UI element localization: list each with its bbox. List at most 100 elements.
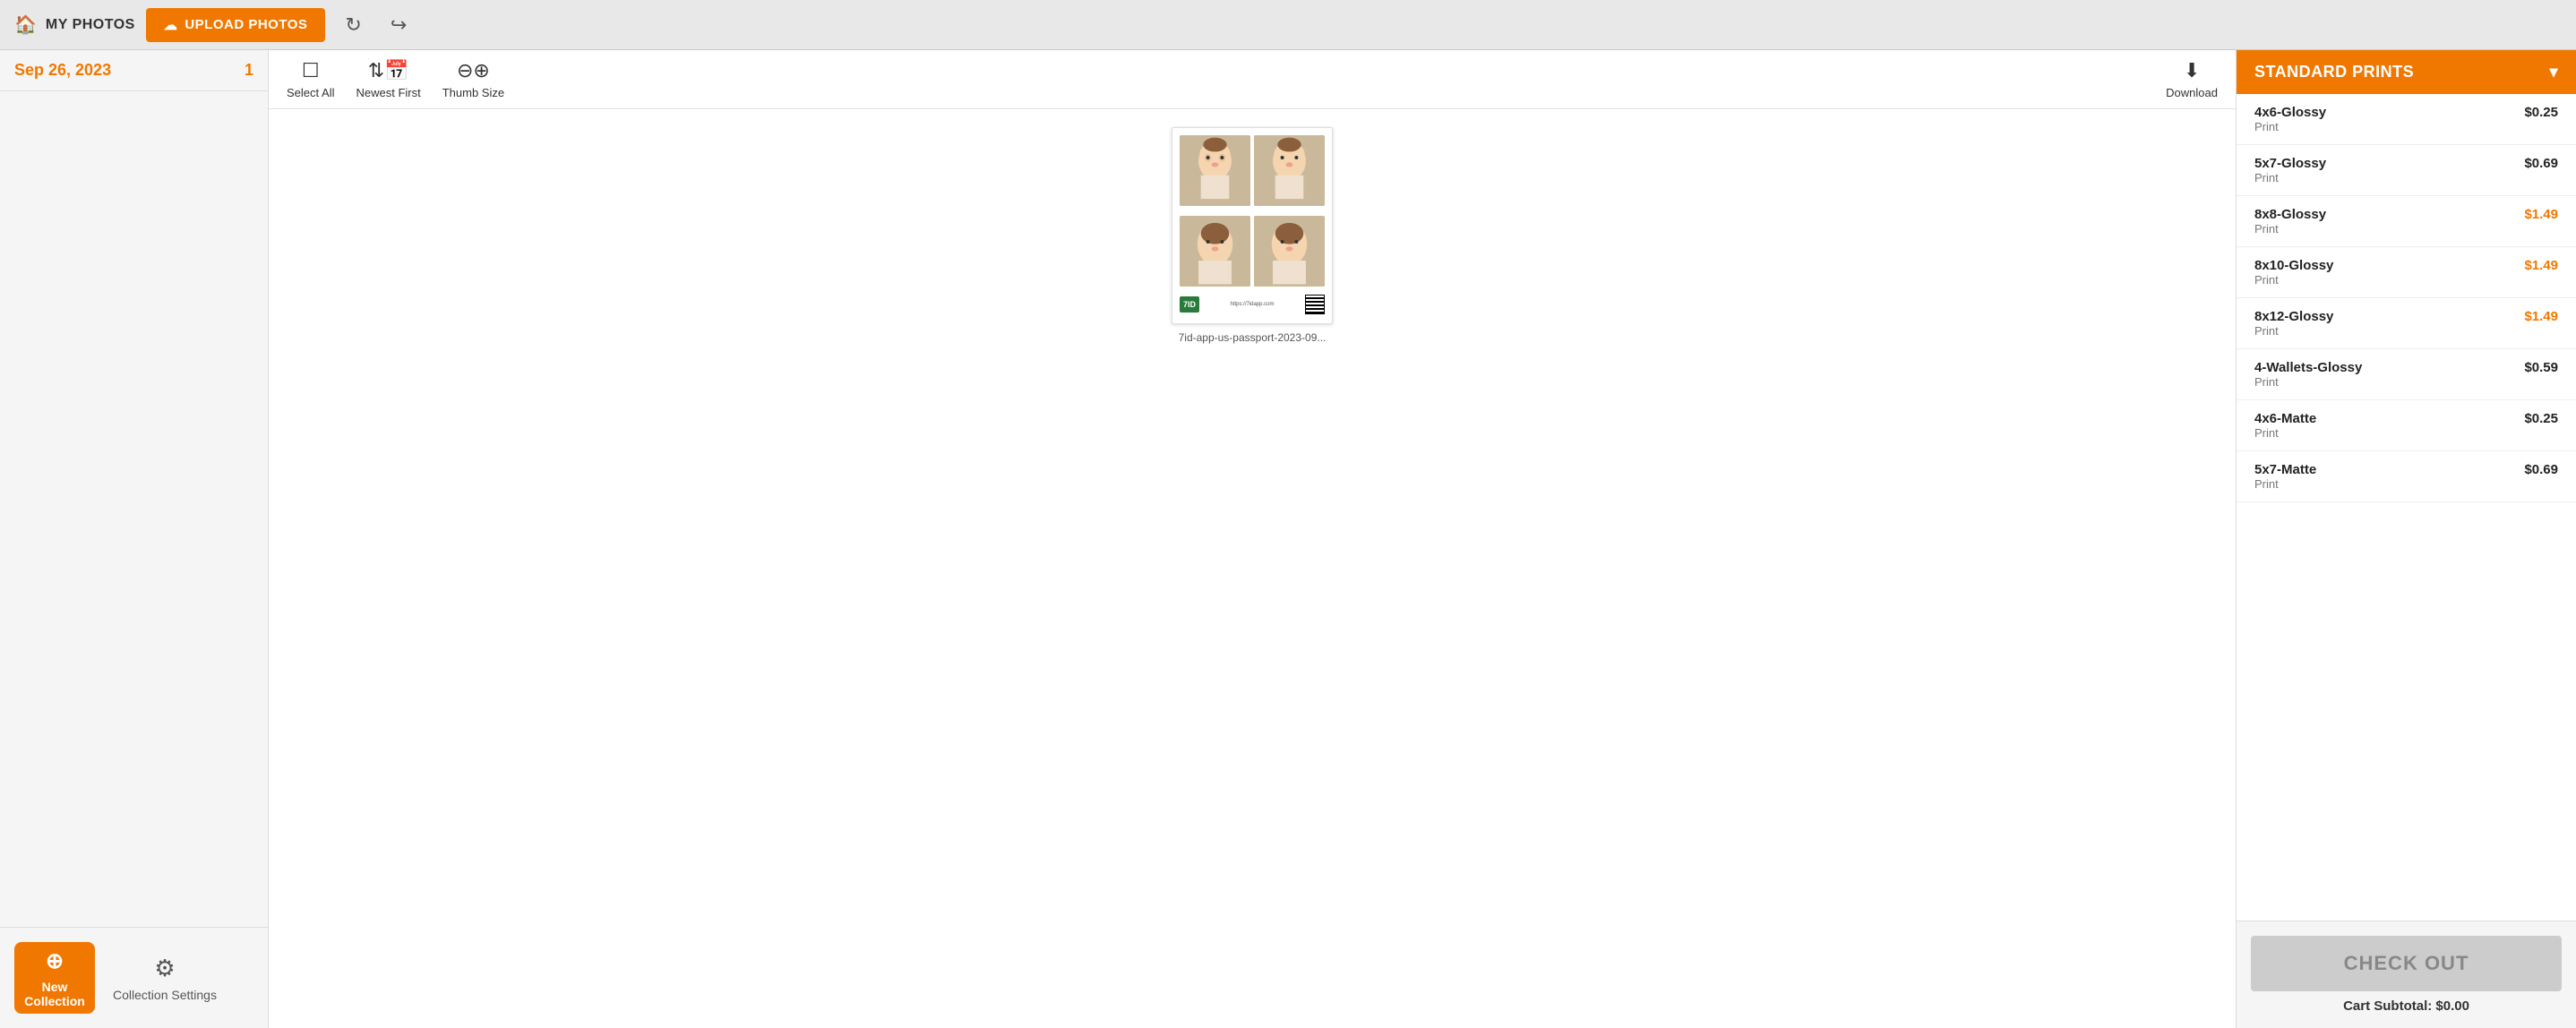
face-svg-3 [1180, 216, 1250, 287]
qr-code [1305, 295, 1325, 314]
right-panel: STANDARD PRINTS ▾ 4x6-Glossy Print $0.25… [2236, 50, 2576, 1028]
print-item[interactable]: 5x7-Glossy Print $0.69 [2237, 145, 2576, 196]
sidebar-bottom: ⊕ New Collection ⚙ Collection Settings [0, 927, 268, 1028]
new-collection-button[interactable]: ⊕ New Collection [14, 942, 95, 1014]
left-sidebar: Sep 26, 2023 1 ⊕ New Collection ⚙ Collec… [0, 50, 269, 1028]
print-price: $1.49 [2524, 309, 2558, 324]
print-name: 5x7-Glossy [2254, 156, 2326, 171]
passport-face-2 [1254, 135, 1325, 206]
new-collection-label: New Collection [14, 980, 95, 1008]
photo-grid: 7ID https://7idapp.com 7id-app-us-passpo… [269, 109, 2236, 1028]
print-item[interactable]: 8x10-Glossy Print $1.49 [2237, 247, 2576, 298]
print-name: 8x12-Glossy [2254, 309, 2333, 324]
newest-first-label: Newest First [356, 86, 420, 99]
print-name: 4x6-Glossy [2254, 105, 2326, 120]
photo-thumbnail: 7ID https://7idapp.com [1172, 127, 1333, 324]
print-price: $0.25 [2524, 411, 2558, 426]
print-name: 8x10-Glossy [2254, 258, 2333, 273]
top-bar: 🏠 MY PHOTOS ☁ UPLOAD PHOTOS ↻ ↪ [0, 0, 2576, 50]
print-info: 8x8-Glossy Print [2254, 207, 2326, 236]
download-label: Download [2166, 86, 2218, 99]
collection-settings-label: Collection Settings [113, 988, 217, 1002]
print-price: $0.69 [2524, 156, 2558, 171]
qr-url: https://7idapp.com [1203, 302, 1301, 307]
center-content: ☐ Select All ⇅📅 Newest First ⊖⊕ Thumb Si… [269, 50, 2236, 1028]
print-name: 4-Wallets-Glossy [2254, 360, 2362, 375]
brand-logo: 7ID [1180, 296, 1199, 313]
photo-item[interactable]: 7ID https://7idapp.com 7id-app-us-passpo… [1172, 127, 1333, 344]
share-button[interactable]: ↪ [382, 8, 416, 42]
print-info: 4x6-Matte Print [2254, 411, 2316, 440]
collection-settings-button[interactable]: ⚙ Collection Settings [113, 955, 217, 1002]
print-price: $0.59 [2524, 360, 2558, 375]
checkout-button[interactable]: CHECK OUT [2251, 936, 2562, 991]
print-info: 4x6-Glossy Print [2254, 105, 2326, 133]
face-svg-2 [1254, 135, 1325, 206]
print-item[interactable]: 4-Wallets-Glossy Print $0.59 [2237, 349, 2576, 400]
chevron-down-icon: ▾ [2549, 63, 2558, 81]
print-type: Print [2254, 171, 2326, 184]
print-item[interactable]: 8x12-Glossy Print $1.49 [2237, 298, 2576, 349]
print-info: 5x7-Matte Print [2254, 462, 2316, 491]
my-photos-section: 🏠 MY PHOTOS [14, 13, 135, 36]
print-name: 8x8-Glossy [2254, 207, 2326, 222]
print-type: Print [2254, 222, 2326, 236]
passport-face-1 [1180, 135, 1250, 206]
print-info: 4-Wallets-Glossy Print [2254, 360, 2362, 389]
print-item[interactable]: 4x6-Glossy Print $0.25 [2237, 94, 2576, 145]
newest-first-button[interactable]: ⇅📅 Newest First [356, 59, 420, 99]
camera-icon: 🏠 [14, 13, 37, 36]
print-item[interactable]: 4x6-Matte Print $0.25 [2237, 400, 2576, 451]
upload-photos-button[interactable]: ☁ UPLOAD PHOTOS [146, 8, 326, 42]
thumb-size-button[interactable]: ⊖⊕ Thumb Size [442, 59, 504, 99]
print-type: Print [2254, 324, 2333, 338]
download-button[interactable]: ⬇ Download [2166, 59, 2218, 99]
select-all-icon: ☐ [302, 59, 320, 82]
passport-face-4 [1254, 216, 1325, 287]
print-name: 5x7-Matte [2254, 462, 2316, 477]
upload-cloud-icon: ☁ [164, 17, 178, 33]
date-label: Sep 26, 2023 [14, 61, 111, 80]
date-section: Sep 26, 2023 1 [0, 50, 268, 91]
passport-grid [1180, 135, 1325, 293]
print-type: Print [2254, 375, 2362, 389]
refresh-button[interactable]: ↻ [336, 8, 370, 42]
print-item[interactable]: 5x7-Matte Print $0.69 [2237, 451, 2576, 502]
cart-subtotal: Cart Subtotal: $0.00 [2251, 998, 2562, 1014]
download-icon: ⬇ [2184, 59, 2200, 82]
checkout-section: CHECK OUT Cart Subtotal: $0.00 [2237, 921, 2576, 1028]
print-type: Print [2254, 120, 2326, 133]
thumb-size-label: Thumb Size [442, 86, 504, 99]
photo-filename: 7id-app-us-passport-2023-09... [1179, 331, 1327, 344]
passport-face-3 [1180, 216, 1250, 287]
select-all-button[interactable]: ☐ Select All [287, 59, 334, 99]
print-price: $0.25 [2524, 105, 2558, 120]
face-svg-4 [1254, 216, 1325, 287]
photo-count: 1 [245, 61, 253, 80]
standard-prints-header[interactable]: STANDARD PRINTS ▾ [2237, 50, 2576, 94]
refresh-icon: ↻ [345, 13, 361, 36]
print-item[interactable]: 8x8-Glossy Print $1.49 [2237, 196, 2576, 247]
main-area: Sep 26, 2023 1 ⊕ New Collection ⚙ Collec… [0, 50, 2576, 1028]
sort-icon: ⇅📅 [368, 59, 409, 82]
toolbar: ☐ Select All ⇅📅 Newest First ⊖⊕ Thumb Si… [269, 50, 2236, 109]
prints-list: 4x6-Glossy Print $0.25 5x7-Glossy Print … [2237, 94, 2576, 921]
photo-qr-section: 7ID https://7idapp.com [1180, 293, 1325, 316]
print-name: 4x6-Matte [2254, 411, 2316, 426]
standard-prints-label: STANDARD PRINTS [2254, 63, 2414, 81]
plus-icon: ⊕ [46, 948, 64, 974]
print-price: $1.49 [2524, 258, 2558, 273]
face-svg-1 [1180, 135, 1250, 206]
print-info: 8x10-Glossy Print [2254, 258, 2333, 287]
print-type: Print [2254, 426, 2316, 440]
my-photos-label: MY PHOTOS [46, 17, 135, 33]
gear-icon: ⚙ [154, 955, 175, 982]
print-price: $0.69 [2524, 462, 2558, 477]
print-price: $1.49 [2524, 207, 2558, 222]
share-icon: ↪ [391, 13, 407, 36]
select-all-label: Select All [287, 86, 334, 99]
print-type: Print [2254, 477, 2316, 491]
print-info: 5x7-Glossy Print [2254, 156, 2326, 184]
thumb-size-icon: ⊖⊕ [457, 59, 490, 82]
sidebar-spacer [0, 91, 268, 927]
